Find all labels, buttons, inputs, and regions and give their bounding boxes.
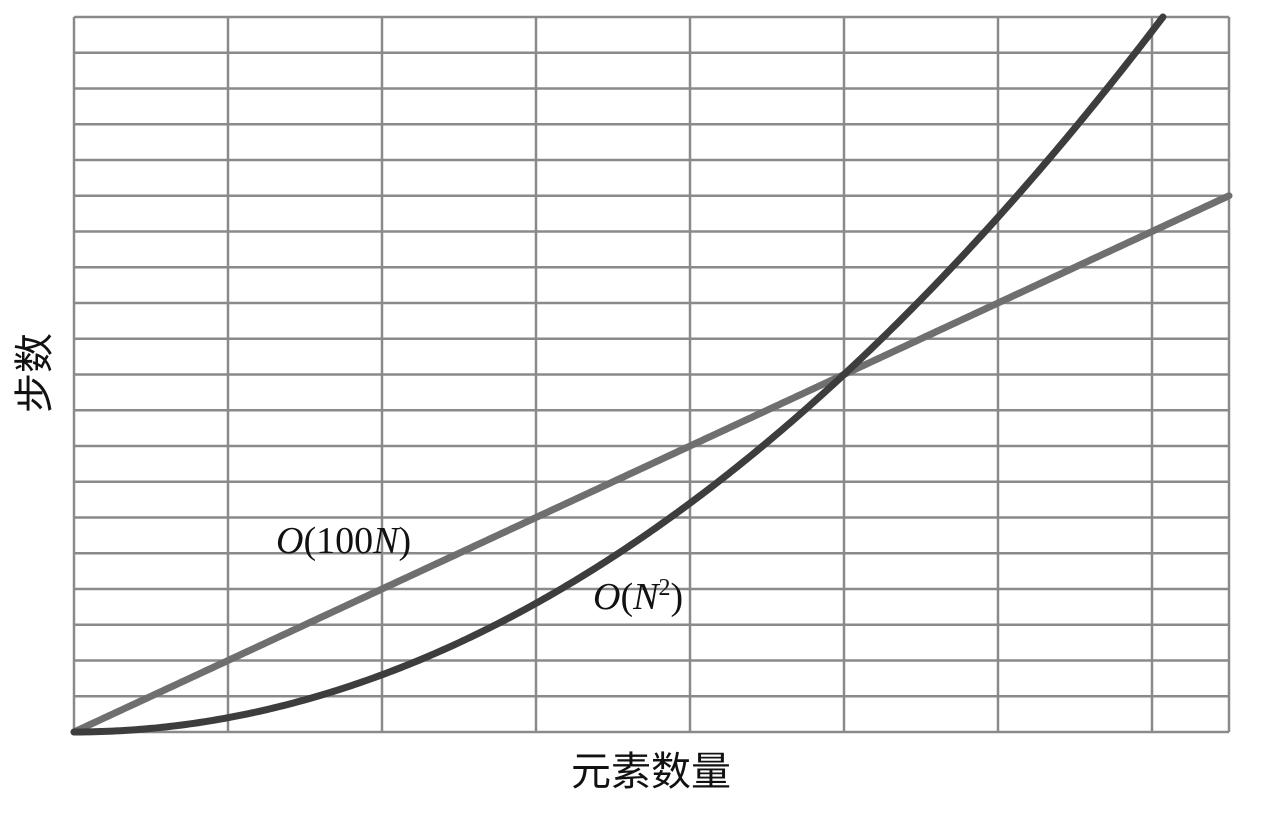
quadratic-series-label: O(N2) bbox=[593, 575, 683, 618]
linear-series-line bbox=[70, 192, 1233, 736]
linear-series-label: O(100N) bbox=[276, 520, 411, 562]
y-axis-title: 步数 bbox=[12, 333, 58, 413]
plot-grid bbox=[72, 15, 1231, 734]
complexity-chart: O(100N) O(N2) 元素数量 步数 bbox=[12, 13, 1233, 795]
x-axis-title: 元素数量 bbox=[571, 749, 731, 795]
